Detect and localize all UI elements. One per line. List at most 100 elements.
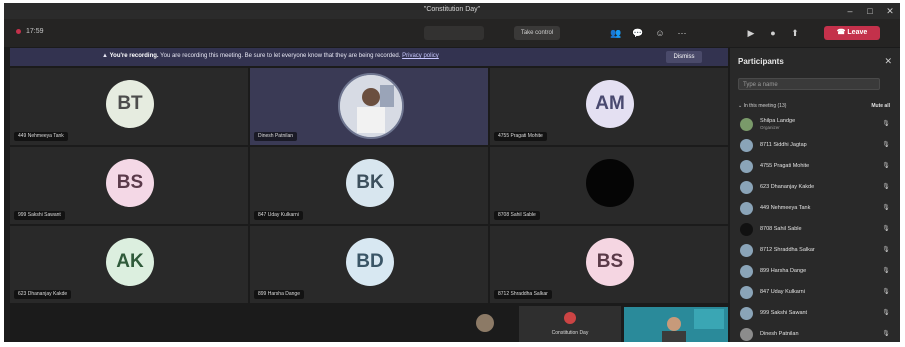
chat-icon[interactable]: 💬 [631,27,645,39]
mute-all-button[interactable]: Mute all [871,103,890,109]
list-item[interactable]: 999 Sakshi Sawant 🎙 [730,303,900,324]
share-icon[interactable]: ⬆ [788,27,802,39]
avatar [740,265,753,278]
avatar [740,328,753,341]
mic-off-icon: 🎙 [882,310,890,316]
leave-button[interactable]: ☎ Leave [824,26,880,40]
people-icon[interactable]: 👥 [609,27,623,39]
participant-tile[interactable]: BD 899 Harsha Dange [250,226,488,303]
avatar [740,202,753,215]
recording-dot-icon [16,28,21,34]
mic-off-icon: 🎙 [882,247,890,253]
participant-name-tag: 449 Nehmeeya Tank [14,132,68,141]
avatar [740,181,753,194]
dismiss-button[interactable]: Dismiss [666,51,702,63]
participant-name-tag: 8712 Shraddha Salkar [494,290,552,299]
avatar [740,118,753,131]
video-grid: BT 449 Nehmeeya Tank Dinesh Patnilan AM 4755… [10,68,728,304]
list-item[interactable]: 449 Nehmeeya Tank 🎙 [730,198,900,219]
section-header[interactable]: ⌄ In this meeting (13) [738,103,786,109]
avatar [476,314,494,332]
camera-icon[interactable]: ▶ [744,27,758,39]
participant-name: 623 Dhananjay Kakde [760,184,815,190]
list-item[interactable]: 623 Dhananjay Kakde 🎙 [730,177,900,198]
participant-name: 8712 Shraddha Salkar [760,247,815,253]
mic-off-icon: 🎙 [882,121,890,127]
avatar [740,160,753,173]
list-item[interactable]: 8712 Shraddha Salkar 🎙 [730,240,900,261]
mic-icon[interactable]: ● [766,27,780,39]
avatar [338,73,404,139]
avatar [740,139,753,152]
participant-name: 8711 Siddhi Jagtap [760,142,807,148]
participant-tile[interactable]: BS 8712 Shraddha Salkar [490,226,728,303]
avatar [740,244,753,257]
mic-off-icon: 🎙 [882,184,890,190]
avatar: BK [346,159,394,207]
more-icon[interactable]: ⋯ [675,27,689,39]
search-input[interactable]: Type a name [738,78,880,90]
presenter-name: Constitution Day [551,330,589,336]
participant-tile[interactable]: AM 4755 Pragati Mohite [490,68,728,145]
participant-tile[interactable]: BK 847 Uday Kulkarni [250,147,488,224]
take-control-button[interactable]: Take control [514,26,560,40]
avatar [564,312,576,324]
list-item[interactable]: 847 Uday Kulkarni 🎙 [730,282,900,303]
minimize-button[interactable]: – [840,3,860,19]
list-item[interactable]: 8708 Sahil Sable 🎙 [730,219,900,240]
participant-tile[interactable]: Dinesh Patnilan [250,68,488,145]
panel-title: Participants [738,57,784,66]
reactions-icon[interactable]: ☺ [653,27,667,39]
participant-name-tag: 8708 Sahil Sable [494,211,540,220]
list-item[interactable]: 4755 Pragati Mohite 🎙 [730,156,900,177]
avatar [586,159,634,207]
mic-off-icon: 🎙 [882,205,890,211]
self-view-video[interactable] [624,307,728,342]
participant-list: Shilpa Landge Organizer 🎙 8711 Siddhi Jagta… [730,114,900,342]
meeting-toolbar: 17:59 Take control 👥 💬 ☺ ⋯ ▶ ● ⬆ ☎ Leave [4,19,900,47]
close-icon[interactable]: ✕ [884,56,892,67]
participant-name-tag: 847 Uday Kulkarni [254,211,303,220]
section-label: In this meeting (13) [743,103,787,109]
mic-off-icon: 🎙 [882,331,890,337]
participant-name: 899 Harsha Dange [760,268,807,274]
participant-name-tag: Dinesh Patnilan [254,132,298,141]
maximize-button[interactable]: □ [860,3,880,19]
avatar: AM [586,80,634,128]
timer-text: 17:59 [26,28,44,35]
window-title: "Constitution Day" [423,6,481,13]
mic-off-icon: 🎙 [882,268,890,274]
presenter-tile[interactable]: Constitution Day [519,306,621,342]
participant-name: 847 Uday Kulkarni [760,289,805,295]
participant-tile[interactable]: BS 999 Sakshi Sawant [10,147,248,224]
avatar [740,223,753,236]
teams-meeting-window: "Constitution Day" – □ ✕ 17:59 Take cont… [4,3,900,342]
leave-label: Leave [847,29,868,36]
participant-name: Shilpa Landge [760,118,796,124]
avatar [740,286,753,299]
participant-tile[interactable]: BT 449 Nehmeeya Tank [10,68,248,145]
reactions-dropdown[interactable] [424,26,484,40]
self-view-image [624,307,728,342]
mic-off-icon: 🎙 [882,226,890,232]
title-bar: "Constitution Day" – □ ✕ [4,3,900,19]
participant-role: Organizer [760,125,780,130]
participant-name: 8708 Sahil Sable [760,226,802,232]
participant-name: 449 Nehmeeya Tank [760,205,811,211]
list-item[interactable]: Dinesh Patnilan 🎙 [730,324,900,342]
privacy-policy-link[interactable]: Privacy policy [402,53,439,59]
close-button[interactable]: ✕ [880,3,900,19]
participant-name-tag: 623 Dhananjay Kakde [14,290,72,299]
avatar: BT [106,80,154,128]
list-item[interactable]: 899 Harsha Dange 🎙 [730,261,900,282]
recording-banner: ▲ You're recording. You are recording th… [10,48,728,66]
list-item[interactable]: 8711 Siddhi Jagtap 🎙 [730,135,900,156]
participant-name: Dinesh Patnilan [760,331,799,337]
participant-name-tag: 999 Sakshi Sawant [14,211,65,220]
participant-name: 999 Sakshi Sawant [760,310,808,316]
bottom-strip: Constitution Day [10,306,728,342]
participant-tile[interactable]: 8708 Sahil Sable [490,147,728,224]
list-item[interactable]: Shilpa Landge Organizer 🎙 [730,114,900,135]
participant-tile[interactable]: AK 623 Dhananjay Kakde [10,226,248,303]
avatar: AK [106,238,154,286]
